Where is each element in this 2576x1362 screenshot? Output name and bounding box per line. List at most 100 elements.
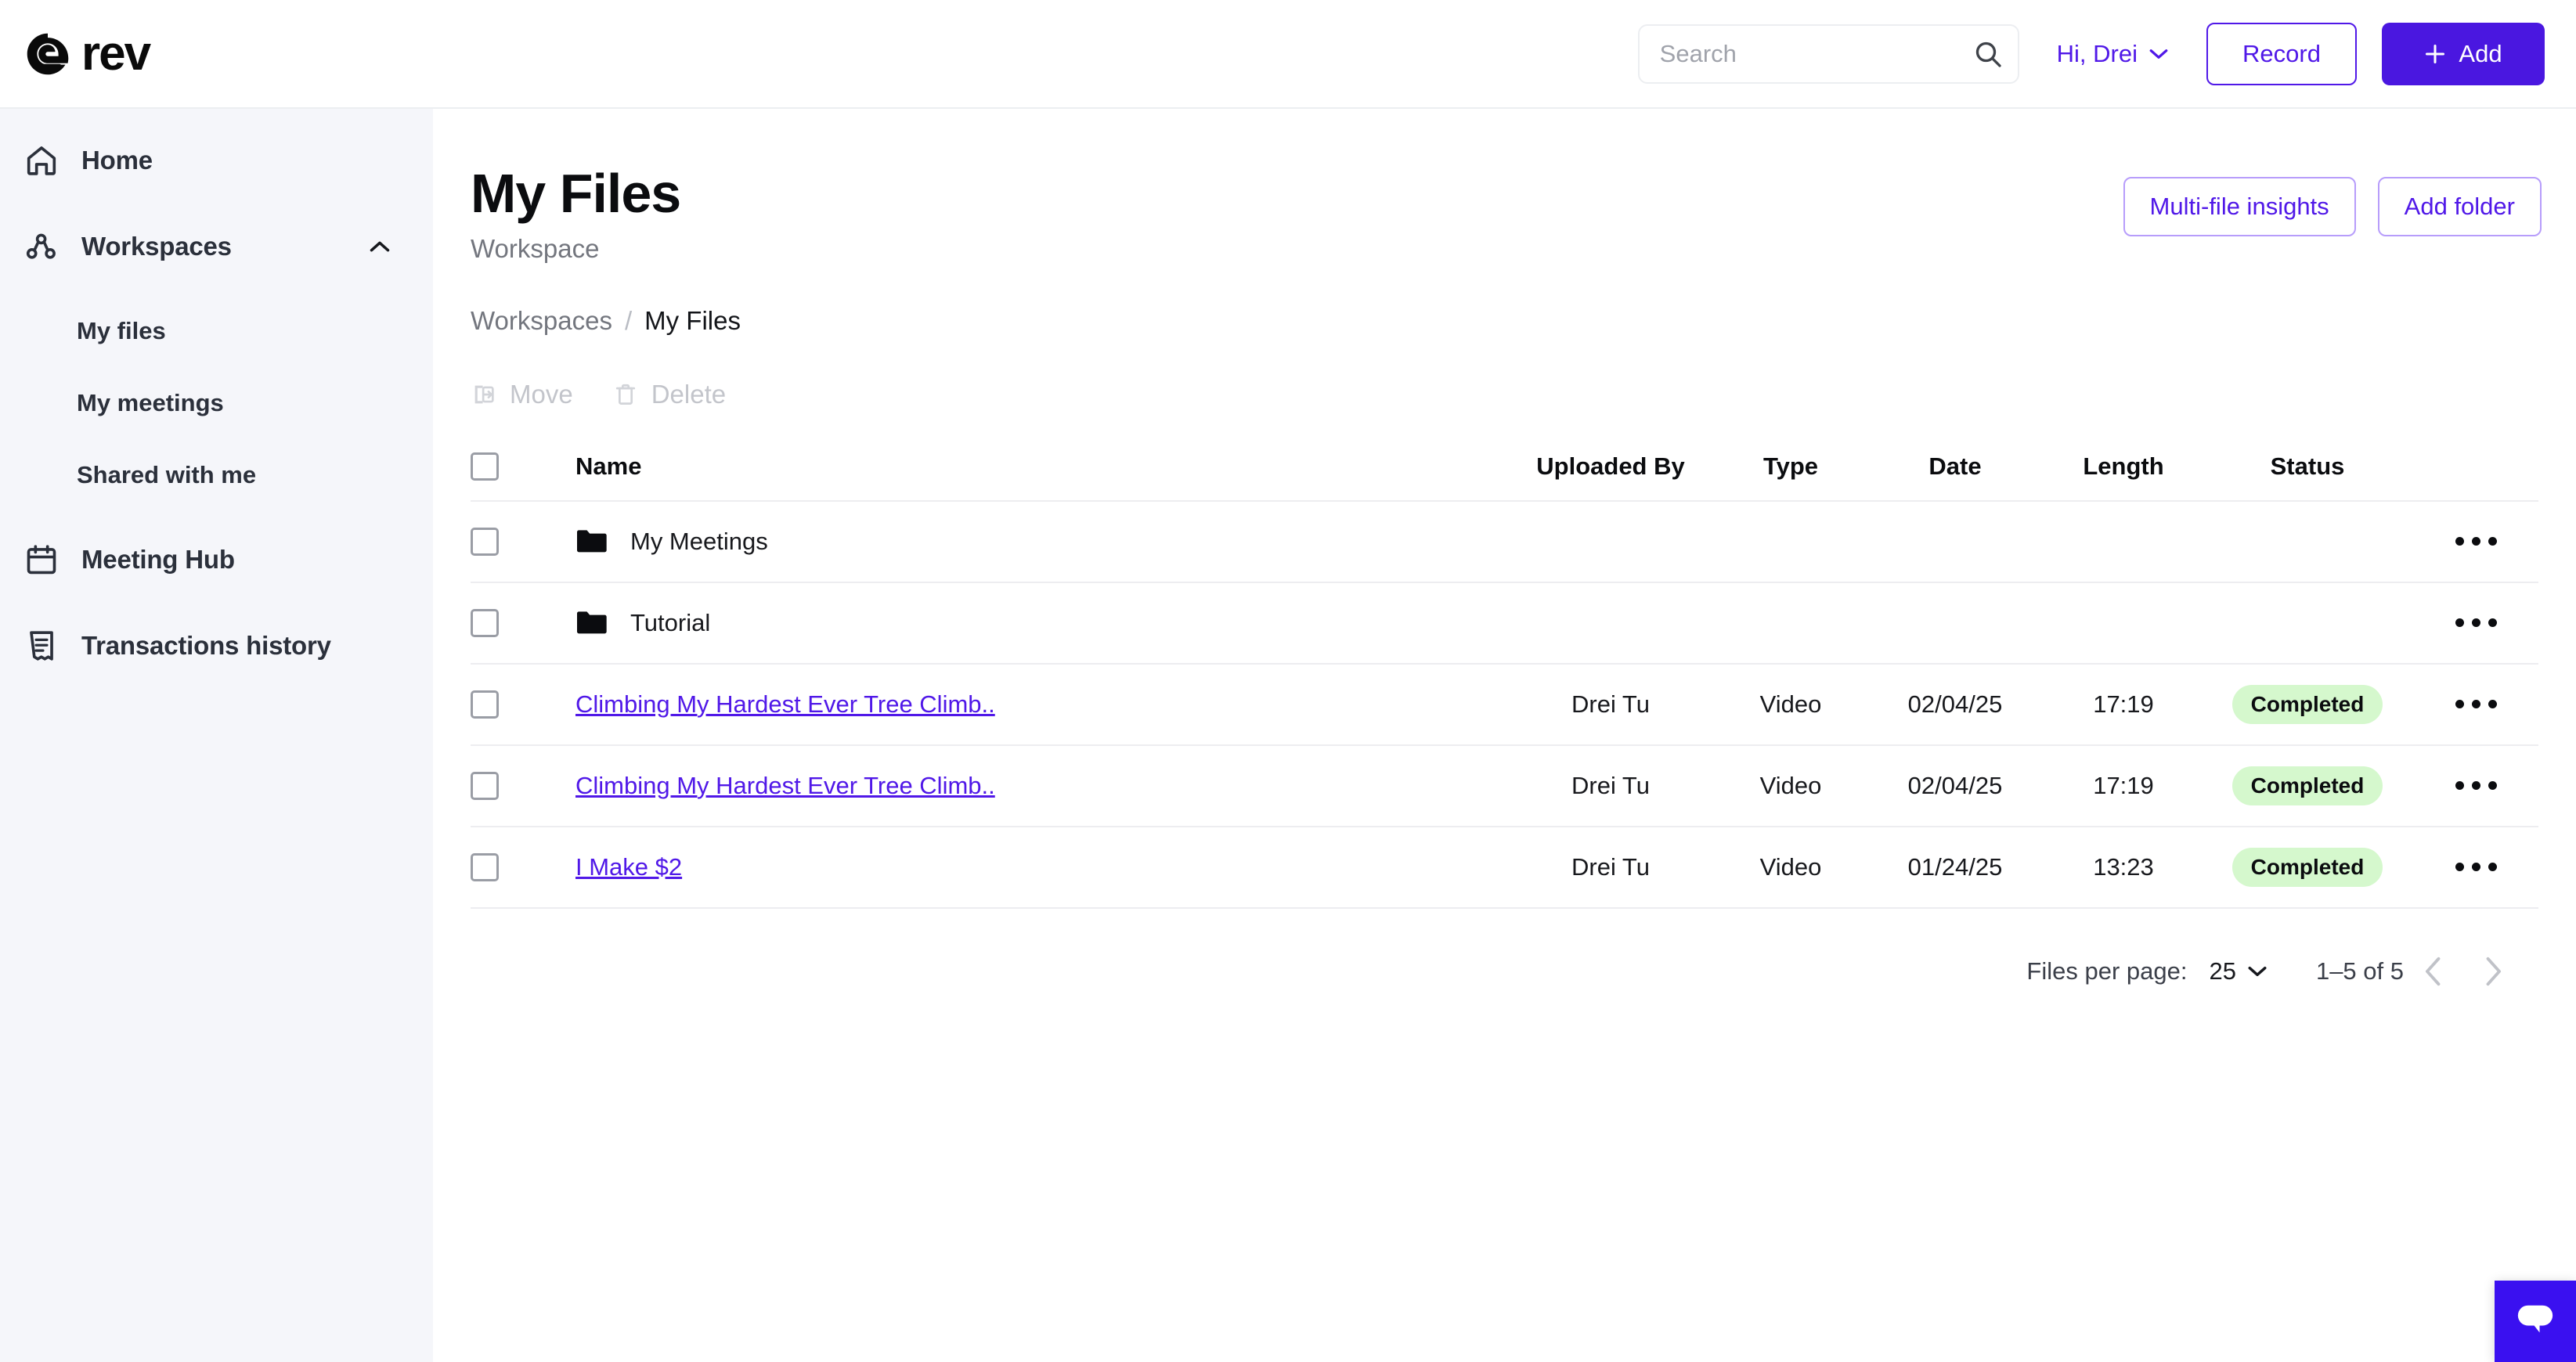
user-menu[interactable]: Hi, Drei bbox=[2057, 40, 2169, 68]
kebab-menu-icon[interactable] bbox=[2446, 853, 2506, 881]
row-name-link[interactable]: Climbing My Hardest Ever Tree Climb.. bbox=[575, 690, 995, 719]
sidebar-item-my-files[interactable]: My files bbox=[0, 295, 433, 367]
rev-logo-icon bbox=[27, 33, 69, 74]
row-actions-cell bbox=[2413, 690, 2538, 718]
sidebar-item-home[interactable]: Home bbox=[0, 123, 433, 198]
row-uploaded-by: Drei Tu bbox=[1571, 771, 1650, 799]
page-header: My Files Workspace Multi-file insights A… bbox=[433, 109, 2576, 264]
kebab-menu-icon[interactable] bbox=[2446, 528, 2506, 555]
chevron-left-icon bbox=[2425, 957, 2441, 985]
kebab-menu-icon[interactable] bbox=[2446, 772, 2506, 799]
row-date: 01/24/25 bbox=[1907, 852, 2003, 881]
column-header-uploaded-by[interactable]: Uploaded By bbox=[1505, 452, 1716, 481]
record-button[interactable]: Record bbox=[2206, 22, 2357, 85]
home-icon bbox=[27, 146, 56, 175]
column-label: Name bbox=[575, 452, 642, 480]
sidebar: Home Workspaces My files My meetings Sha bbox=[0, 109, 433, 1362]
sidebar-item-workspaces[interactable]: Workspaces bbox=[0, 209, 433, 284]
table-row[interactable]: Tutorial bbox=[471, 583, 2538, 665]
top-header: rev Hi, Drei Record bbox=[0, 0, 2576, 109]
brand-logo[interactable]: rev bbox=[25, 26, 151, 81]
table-row[interactable]: I Make $2 Drei Tu Video 01/24/25 13:23 C… bbox=[471, 827, 2538, 909]
row-select-cell bbox=[471, 852, 536, 881]
row-date: 02/04/25 bbox=[1907, 771, 2003, 799]
plus-icon bbox=[2426, 44, 2445, 63]
sidebar-item-meeting-hub[interactable]: Meeting Hub bbox=[0, 522, 433, 597]
row-length: 13:23 bbox=[2093, 852, 2154, 881]
row-actions-cell bbox=[2413, 609, 2538, 636]
row-name-cell: I Make $2 bbox=[536, 853, 1505, 881]
chevron-down-icon bbox=[2149, 49, 2168, 59]
row-checkbox[interactable] bbox=[471, 771, 499, 800]
row-actions-cell bbox=[2413, 772, 2538, 799]
column-header-type[interactable]: Type bbox=[1716, 452, 1865, 481]
table-row[interactable]: Climbing My Hardest Ever Tree Climb.. Dr… bbox=[471, 665, 2538, 746]
row-actions-cell bbox=[2413, 853, 2538, 881]
row-name: Tutorial bbox=[630, 608, 711, 636]
row-select-cell bbox=[471, 771, 536, 800]
row-name-link[interactable]: Climbing My Hardest Ever Tree Climb.. bbox=[575, 772, 995, 800]
kebab-menu-icon[interactable] bbox=[2446, 609, 2506, 636]
row-status-cell: Completed bbox=[2202, 766, 2413, 805]
pagination-prev-button[interactable] bbox=[2404, 942, 2463, 1001]
table-row[interactable]: Climbing My Hardest Ever Tree Climb.. Dr… bbox=[471, 746, 2538, 827]
search-box[interactable] bbox=[1637, 23, 2019, 84]
files-per-page-select[interactable]: 25 bbox=[2209, 957, 2267, 985]
table-header-row: Name Uploaded By Type Date Length Status bbox=[471, 433, 2538, 502]
multi-file-insights-button[interactable]: Multi-file insights bbox=[2123, 177, 2356, 236]
brand-name: rev bbox=[81, 26, 151, 81]
column-header-date[interactable]: Date bbox=[1865, 452, 2045, 481]
column-header-name[interactable]: Name bbox=[536, 452, 1505, 481]
row-name-link[interactable]: I Make $2 bbox=[575, 853, 682, 881]
row-actions-cell bbox=[2413, 528, 2538, 555]
user-menu-label: Hi, Drei bbox=[2056, 39, 2138, 67]
add-folder-button[interactable]: Add folder bbox=[2377, 177, 2542, 236]
search-input[interactable] bbox=[1659, 39, 1972, 68]
folder-icon bbox=[577, 611, 607, 633]
row-length: 17:19 bbox=[2093, 690, 2154, 718]
move-button: Move bbox=[471, 380, 573, 409]
row-checkbox[interactable] bbox=[471, 527, 499, 556]
select-all-checkbox[interactable] bbox=[471, 452, 499, 481]
row-name-cell: My Meetings bbox=[536, 528, 1505, 556]
pagination-next-button[interactable] bbox=[2463, 942, 2523, 1001]
row-name-cell: Climbing My Hardest Ever Tree Climb.. bbox=[536, 690, 1505, 719]
sidebar-item-my-meetings[interactable]: My meetings bbox=[0, 367, 433, 439]
status-badge: Completed bbox=[2231, 684, 2383, 724]
chevron-up-icon[interactable] bbox=[369, 240, 391, 254]
files-per-page-value: 25 bbox=[2209, 957, 2236, 985]
receipt-icon bbox=[30, 631, 53, 661]
row-select-cell bbox=[471, 690, 536, 719]
column-header-status[interactable]: Status bbox=[2202, 452, 2413, 481]
row-name-cell: Tutorial bbox=[536, 609, 1505, 637]
add-button[interactable]: Add bbox=[2382, 22, 2545, 85]
table-row[interactable]: My Meetings bbox=[471, 502, 2538, 583]
sidebar-item-transactions-history[interactable]: Transactions history bbox=[0, 608, 433, 683]
page-header-actions: Multi-file insights Add folder bbox=[2123, 177, 2542, 236]
column-header-length[interactable]: Length bbox=[2045, 452, 2202, 481]
sidebar-subitem-label: My files bbox=[77, 317, 166, 344]
row-length: 17:19 bbox=[2093, 771, 2154, 799]
delete-button: Delete bbox=[612, 380, 726, 409]
row-select-cell bbox=[471, 608, 536, 637]
row-checkbox[interactable] bbox=[471, 852, 499, 881]
chevron-right-icon bbox=[2486, 957, 2502, 985]
breadcrumb-current: My Files bbox=[644, 305, 741, 335]
search-icon[interactable] bbox=[1972, 38, 2004, 70]
chat-launcher-button[interactable] bbox=[2495, 1281, 2576, 1362]
status-badge: Completed bbox=[2231, 847, 2383, 887]
sidebar-item-shared-with-me[interactable]: Shared with me bbox=[0, 439, 433, 511]
row-status-cell: Completed bbox=[2202, 684, 2413, 724]
breadcrumb-workspaces[interactable]: Workspaces bbox=[471, 306, 612, 336]
chevron-down-icon bbox=[2248, 966, 2267, 976]
trash-icon bbox=[615, 384, 635, 405]
kebab-menu-icon[interactable] bbox=[2446, 690, 2506, 718]
row-name: My Meetings bbox=[630, 527, 768, 555]
row-checkbox[interactable] bbox=[471, 608, 499, 637]
row-checkbox[interactable] bbox=[471, 690, 499, 719]
